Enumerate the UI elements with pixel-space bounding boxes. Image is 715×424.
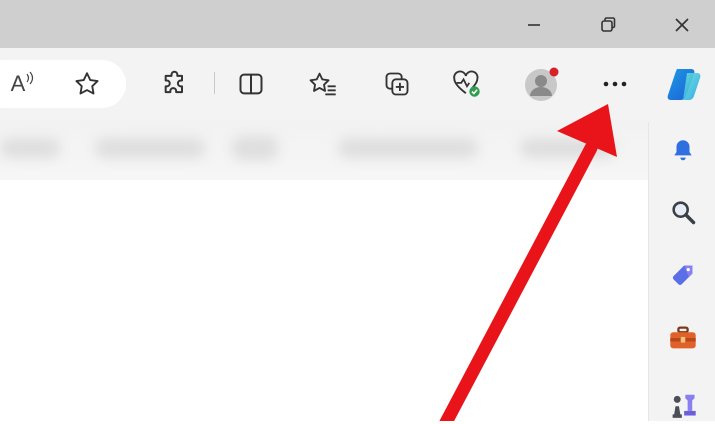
title-bar — [0, 0, 715, 52]
extensions-icon — [161, 70, 189, 98]
more-options-icon — [601, 79, 629, 89]
games-button[interactable] — [663, 384, 703, 424]
profile-button[interactable] — [518, 62, 564, 106]
favorites-button[interactable] — [300, 62, 346, 106]
tools-button[interactable] — [663, 318, 703, 358]
restore-icon — [599, 16, 617, 34]
tools-briefcase-icon — [668, 324, 698, 352]
sidebar-search-button[interactable] — [663, 192, 703, 232]
restore-button[interactable] — [588, 6, 628, 44]
minimize-button[interactable] — [514, 6, 554, 44]
blurred-item — [0, 138, 60, 158]
settings-and-more-button[interactable] — [592, 62, 638, 106]
blurred-item — [95, 138, 205, 158]
blurred-item — [520, 138, 615, 158]
edge-sidebar — [648, 122, 715, 421]
toolbar-divider — [214, 72, 215, 94]
shopping-tag-icon — [669, 262, 697, 290]
shopping-button[interactable] — [663, 256, 703, 296]
blurred-item — [232, 136, 278, 160]
notifications-button[interactable] — [663, 130, 703, 170]
games-chess-icon — [668, 389, 698, 419]
favorite-star-icon — [73, 70, 101, 98]
browser-essentials-icon — [452, 70, 482, 98]
notifications-bell-icon — [670, 137, 696, 163]
extensions-button[interactable] — [152, 62, 198, 106]
collections-button[interactable] — [374, 62, 420, 106]
favorites-icon — [308, 70, 338, 98]
copilot-button[interactable] — [662, 62, 708, 106]
minimize-icon — [526, 17, 542, 33]
browser-essentials-button[interactable] — [444, 62, 490, 106]
split-screen-button[interactable] — [228, 62, 274, 106]
copilot-icon — [665, 65, 705, 103]
page-content — [0, 180, 648, 421]
read-aloud-glyph: A — [10, 71, 26, 96]
blurred-favorites-bar — [0, 120, 648, 180]
favorite-this-page-button[interactable] — [64, 62, 110, 106]
close-window-button[interactable] — [662, 6, 702, 44]
profile-avatar-icon — [521, 64, 561, 104]
collections-icon — [383, 70, 411, 98]
blurred-item — [338, 138, 478, 158]
read-aloud-button[interactable]: A — [0, 62, 46, 106]
split-screen-icon — [237, 70, 265, 98]
read-aloud-icon: A — [11, 71, 36, 97]
browser-toolbar: A — [0, 48, 715, 122]
close-icon — [673, 16, 691, 34]
search-icon — [669, 198, 697, 226]
